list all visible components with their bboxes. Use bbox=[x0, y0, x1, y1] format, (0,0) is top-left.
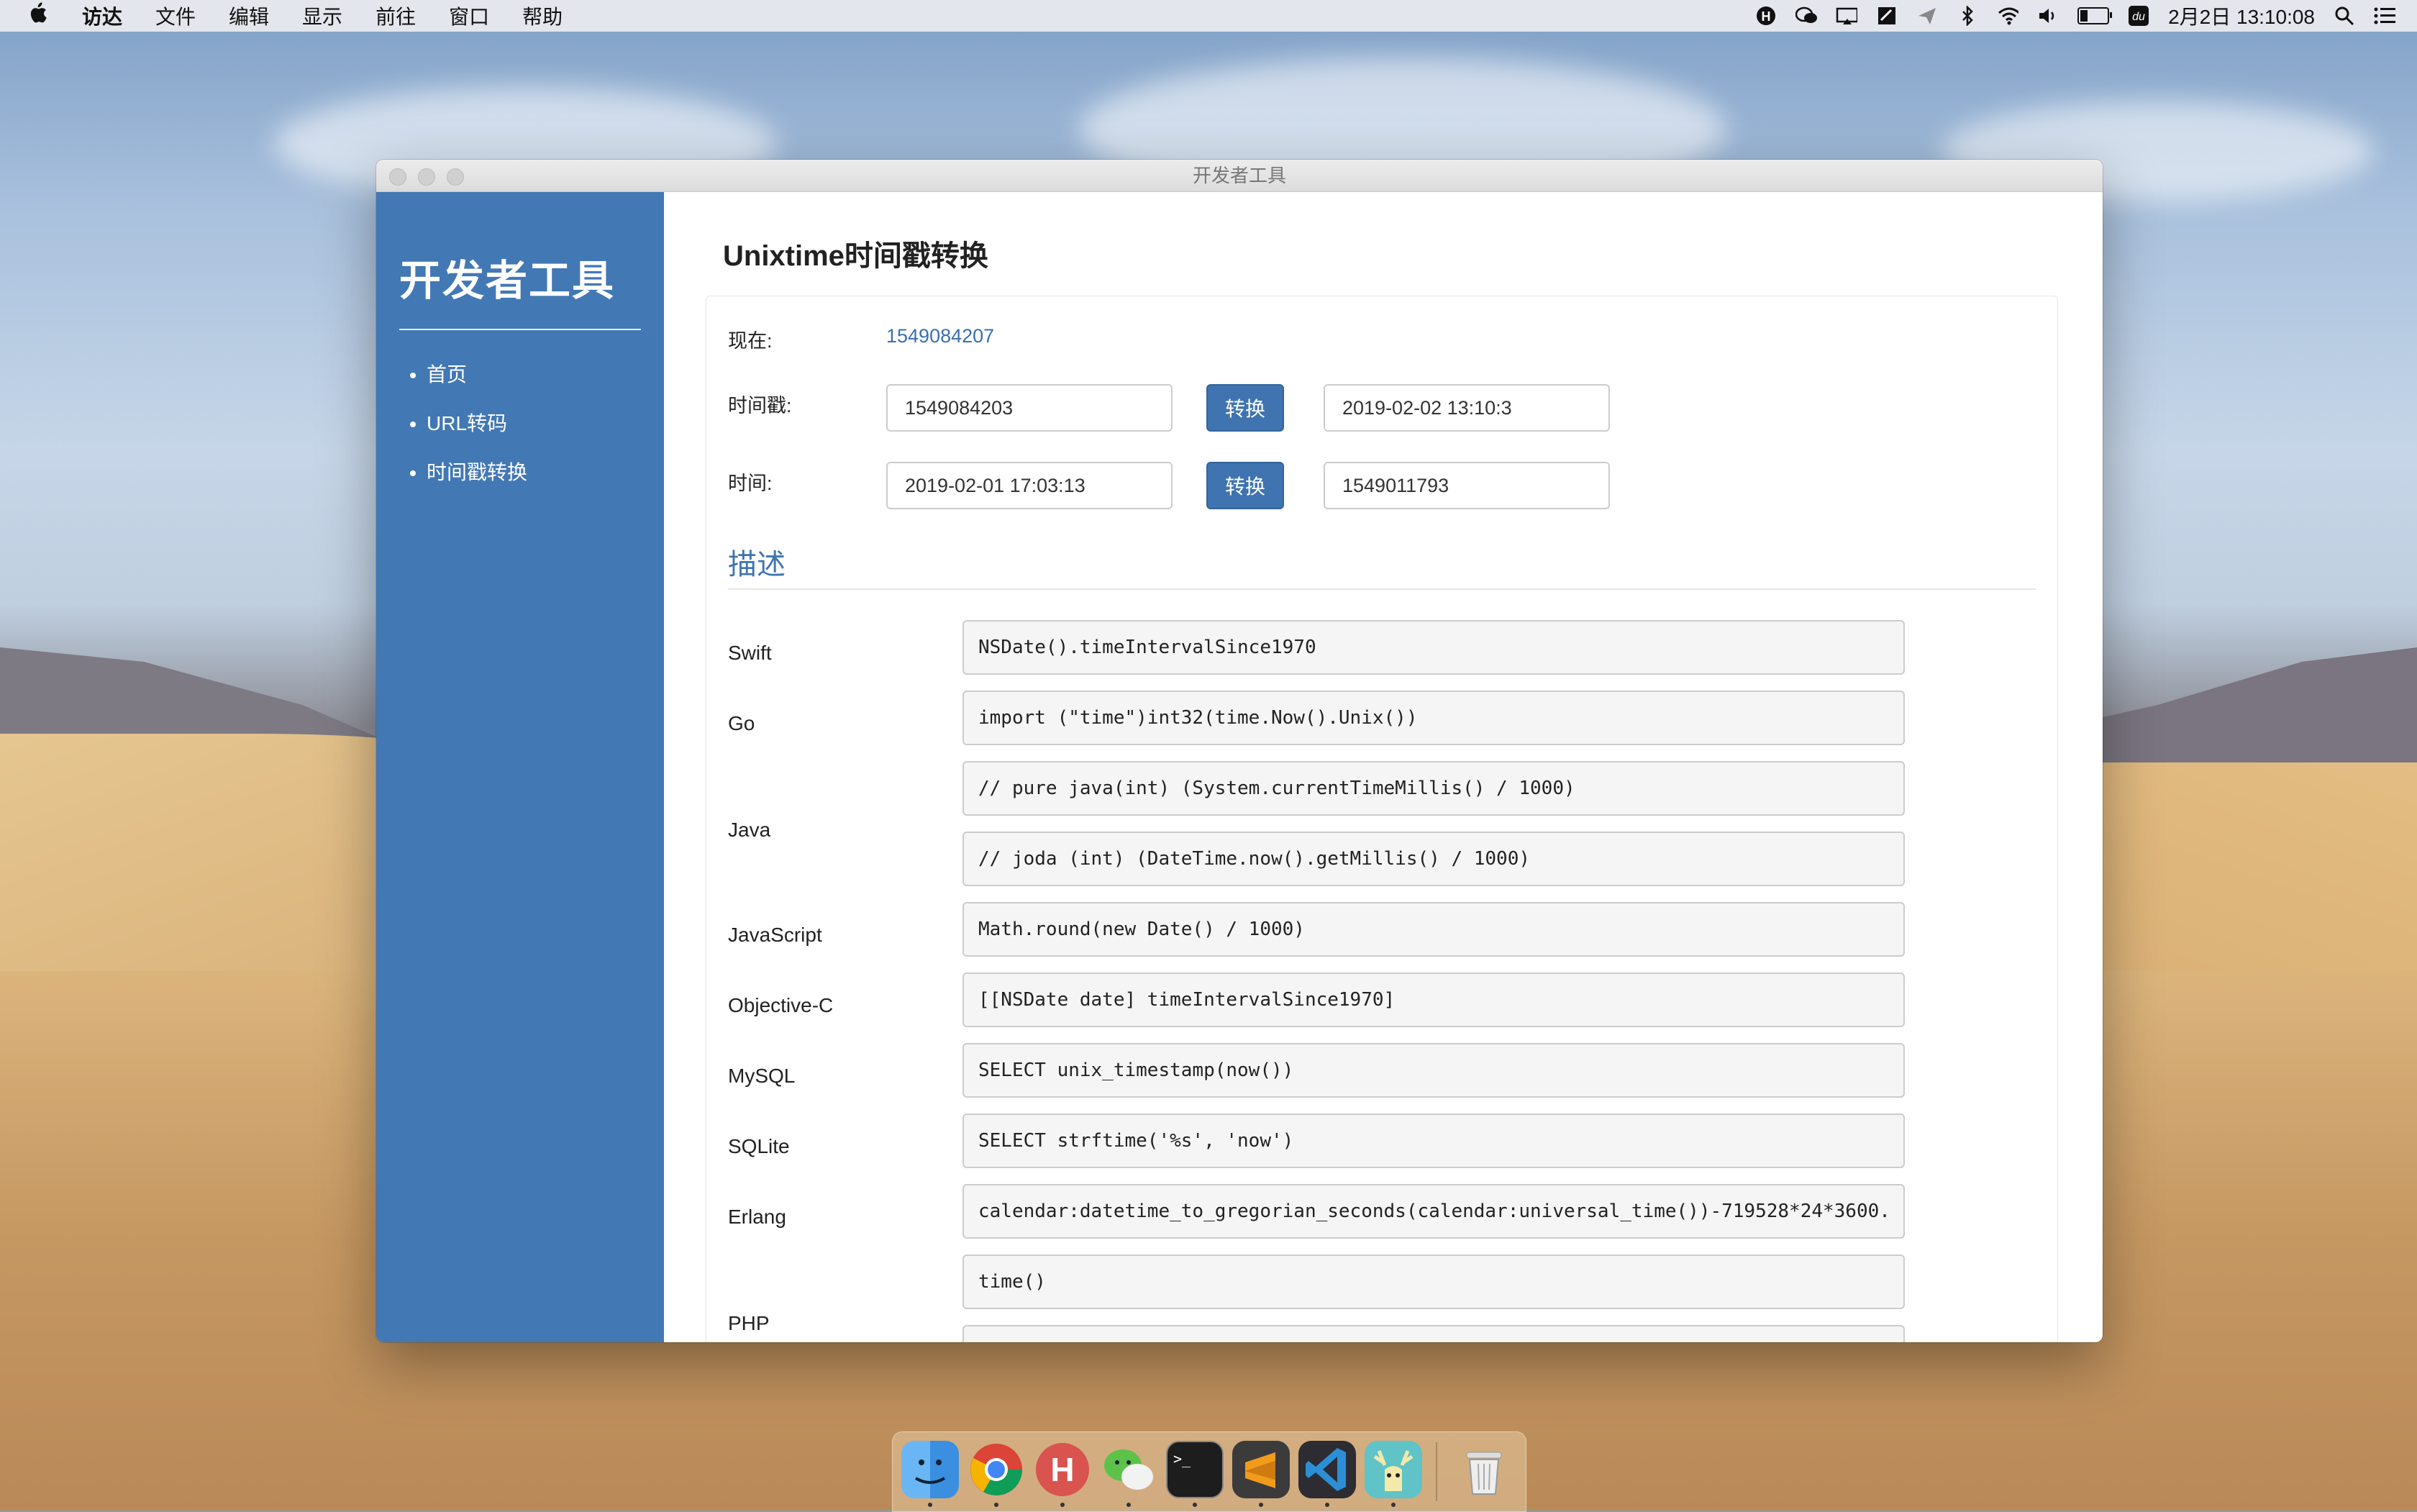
code-java-pure[interactable]: // pure java(int) (System.currentTimeMil… bbox=[962, 761, 1905, 816]
hbuilder-icon[interactable]: H bbox=[1034, 1441, 1091, 1498]
lang-label-sqlite: SQLite bbox=[728, 1135, 790, 1157]
description-divider bbox=[728, 588, 2036, 590]
chrome-running-indicator bbox=[994, 1503, 998, 1507]
send-status-icon[interactable] bbox=[1916, 6, 1938, 26]
screenshot-status-icon[interactable] bbox=[1876, 6, 1898, 26]
wifi-icon[interactable] bbox=[1997, 6, 2019, 26]
sublime-icon[interactable] bbox=[1232, 1441, 1290, 1498]
hbuilder-running-indicator bbox=[1060, 1503, 1065, 1507]
time-result-field[interactable]: 1549011793 bbox=[1324, 462, 1610, 509]
wechat-icon[interactable] bbox=[1100, 1441, 1157, 1498]
finder-icon[interactable] bbox=[901, 1441, 959, 1498]
menu-bar: 访达 文件 编辑 显示 前往 窗口 帮助 H du 2月2日 13:10:08 bbox=[0, 0, 2417, 32]
dock: H >_ bbox=[892, 1431, 1526, 1512]
lang-label-go: Go bbox=[728, 712, 755, 734]
main-content: Unixtime时间戳转换 现在: 1549084207 时间戳: 154908… bbox=[664, 192, 2103, 1342]
wechat-status-icon[interactable] bbox=[1795, 6, 1818, 26]
menu-go[interactable]: 前往 bbox=[375, 1, 416, 30]
menu-view[interactable]: 显示 bbox=[302, 1, 342, 30]
lang-label-objective-c: Objective-C bbox=[728, 994, 834, 1016]
notification-center-icon[interactable] bbox=[2374, 6, 2395, 26]
code-java-joda[interactable]: // joda (int) (DateTime.now().getMillis(… bbox=[962, 832, 1905, 886]
window-controls bbox=[389, 168, 464, 186]
vscode-running-indicator bbox=[1325, 1503, 1329, 1507]
close-window-button[interactable] bbox=[389, 168, 406, 186]
menu-clock[interactable]: 2月2日 13:10:08 bbox=[2168, 1, 2315, 30]
sidebar-item-home[interactable]: 首页 bbox=[427, 359, 664, 388]
code-swift[interactable]: NSDate().timeIntervalSince1970 bbox=[962, 620, 1905, 675]
battery-icon[interactable] bbox=[2077, 7, 2113, 24]
window-title: 开发者工具 bbox=[1192, 165, 1286, 186]
menu-finder[interactable]: 访达 bbox=[82, 1, 122, 30]
timestamp-result-field[interactable]: 2019-02-02 13:10:3 bbox=[1324, 384, 1610, 432]
istat-status-icon[interactable]: du bbox=[2128, 6, 2149, 26]
menu-help[interactable]: 帮助 bbox=[522, 1, 563, 30]
sidebar-item-timestamp[interactable]: 时间戳转换 bbox=[427, 457, 664, 486]
code-erlang[interactable]: calendar:datetime_to_gregorian_seconds(c… bbox=[962, 1184, 1905, 1239]
chrome-icon[interactable] bbox=[968, 1441, 1025, 1498]
time-input[interactable]: 2019-02-01 17:03:13 bbox=[886, 462, 1173, 509]
menu-file[interactable]: 文件 bbox=[155, 1, 196, 30]
timestamp-input[interactable]: 1549084203 bbox=[886, 384, 1173, 432]
description-heading: 描述 bbox=[728, 549, 786, 580]
sidebar-divider bbox=[399, 329, 641, 330]
time-label: 时间: bbox=[728, 473, 773, 494]
window-titlebar[interactable]: 开发者工具 bbox=[376, 160, 2103, 192]
hbuilder-status-icon[interactable]: H bbox=[1755, 6, 1777, 26]
app-window: 开发者工具 开发者工具 首页 URL转码 时间戳转换 Unixtime时间戳转换… bbox=[376, 160, 2103, 1342]
minimize-window-button[interactable] bbox=[418, 168, 435, 186]
svg-text:du: du bbox=[2132, 11, 2145, 23]
volume-icon[interactable] bbox=[2037, 6, 2059, 26]
converter-panel: 现在: 1549084207 时间戳: 1549084203 转换 2019-0… bbox=[706, 296, 2058, 1342]
battery-level bbox=[2080, 10, 2088, 22]
sublime-running-indicator bbox=[1259, 1503, 1263, 1507]
sidebar: 开发者工具 首页 URL转码 时间戳转换 bbox=[376, 192, 664, 1342]
svg-text:H: H bbox=[1762, 9, 1771, 24]
vscode-icon[interactable] bbox=[1298, 1441, 1356, 1498]
trash-icon[interactable] bbox=[1455, 1441, 1513, 1498]
spotlight-search-icon[interactable] bbox=[2334, 6, 2355, 26]
code-sqlite[interactable]: SELECT strftime('%s', 'now') bbox=[962, 1113, 1905, 1168]
menu-edit[interactable]: 编辑 bbox=[229, 1, 269, 30]
timestamp-convert-button[interactable]: 转换 bbox=[1206, 384, 1284, 432]
apple-icon[interactable] bbox=[27, 1, 47, 30]
app-running-indicator bbox=[1391, 1503, 1396, 1507]
code-javascript[interactable]: Math.round(new Date() / 1000) bbox=[962, 902, 1905, 957]
code-php-time[interactable]: time() bbox=[962, 1254, 1905, 1309]
wechat-running-indicator bbox=[1126, 1503, 1131, 1507]
lang-label-erlang: Erlang bbox=[728, 1206, 786, 1228]
terminal-icon[interactable]: >_ bbox=[1166, 1441, 1224, 1498]
time-convert-button[interactable]: 转换 bbox=[1206, 462, 1284, 509]
now-timestamp: 1549084207 bbox=[886, 325, 995, 347]
page-title: Unixtime时间戳转换 bbox=[723, 240, 988, 272]
sidebar-heading: 开发者工具 bbox=[399, 258, 616, 304]
zoom-window-button[interactable] bbox=[447, 168, 464, 186]
finder-running-indicator bbox=[928, 1503, 932, 1507]
code-go[interactable]: import ("time")int32(time.Now().Unix()) bbox=[962, 691, 1905, 745]
lang-label-java: Java bbox=[728, 819, 771, 841]
terminal-running-indicator bbox=[1193, 1503, 1197, 1507]
bluetooth-icon[interactable] bbox=[1957, 6, 1978, 26]
app-icon[interactable] bbox=[1365, 1441, 1422, 1498]
menu-window[interactable]: 窗口 bbox=[449, 1, 489, 30]
svg-text:H: H bbox=[1050, 1451, 1074, 1488]
sidebar-item-url-encode[interactable]: URL转码 bbox=[427, 408, 664, 437]
airplay-status-icon[interactable] bbox=[1836, 6, 1858, 26]
svg-text:>_: >_ bbox=[1173, 1450, 1191, 1467]
lang-label-javascript: JavaScript bbox=[728, 924, 822, 946]
timestamp-label: 时间戳: bbox=[728, 395, 792, 416]
dock-separator bbox=[1436, 1442, 1437, 1501]
lang-label-swift: Swift bbox=[728, 642, 772, 664]
lang-label-php: PHP bbox=[728, 1312, 770, 1334]
now-label: 现在: bbox=[728, 330, 773, 352]
code-php-strtotime[interactable]: strtotime('2019-01-01 12:13:15') bbox=[962, 1325, 1905, 1342]
lang-label-mysql: MySQL bbox=[728, 1065, 796, 1087]
code-mysql[interactable]: SELECT unix_timestamp(now()) bbox=[962, 1043, 1905, 1098]
sidebar-nav: 首页 URL转码 时间戳转换 bbox=[376, 359, 664, 486]
code-objective-c[interactable]: [[NSDate date] timeIntervalSince1970] bbox=[962, 973, 1905, 1027]
